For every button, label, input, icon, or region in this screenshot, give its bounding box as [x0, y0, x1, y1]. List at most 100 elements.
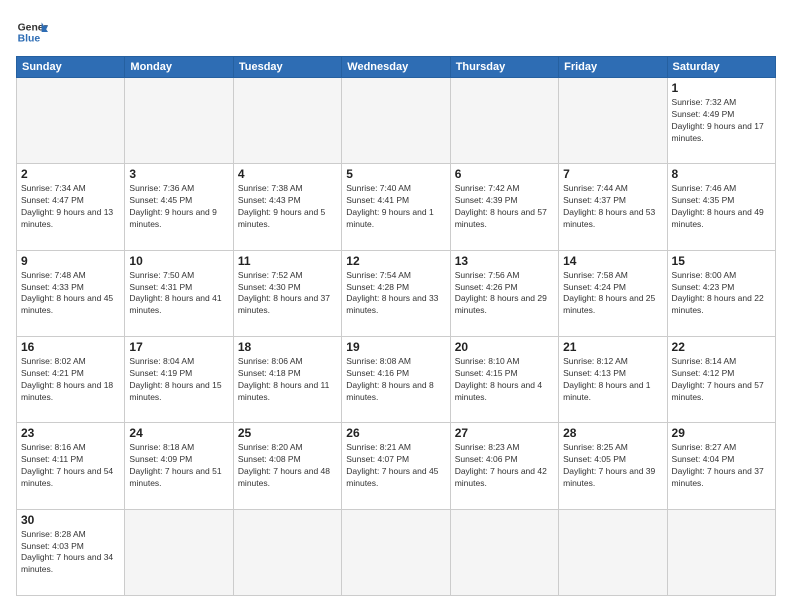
- day-info: Sunrise: 8:20 AM Sunset: 4:08 PM Dayligh…: [238, 442, 337, 490]
- day-info: Sunrise: 8:23 AM Sunset: 4:06 PM Dayligh…: [455, 442, 554, 490]
- calendar-cell: 16 Sunrise: 8:02 AM Sunset: 4:21 PM Dayli…: [17, 336, 125, 422]
- day-info: Sunrise: 7:54 AM Sunset: 4:28 PM Dayligh…: [346, 270, 445, 318]
- calendar-cell: 17Sunrise: 8:04 AM Sunset: 4:19 PM Dayli…: [125, 336, 233, 422]
- day-number: 23: [21, 426, 120, 440]
- day-number: 11: [238, 254, 337, 268]
- header: General Blue: [16, 16, 776, 48]
- calendar-cell: 24Sunrise: 8:18 AM Sunset: 4:09 PM Dayli…: [125, 423, 233, 509]
- calendar-row: 9 Sunrise: 7:48 AM Sunset: 4:33 PM Daylig…: [17, 250, 776, 336]
- day-number: 26: [346, 426, 445, 440]
- calendar-cell: [559, 509, 667, 595]
- day-number: 8: [672, 167, 771, 181]
- calendar-cell: 11 Sunrise: 7:52 AM Sunset: 4:30 PM Dayli…: [233, 250, 341, 336]
- day-number: 19: [346, 340, 445, 354]
- day-number: 12: [346, 254, 445, 268]
- calendar-cell: 15 Sunrise: 8:00 AM Sunset: 4:23 PM Dayli…: [667, 250, 775, 336]
- day-number: 5: [346, 167, 445, 181]
- day-info: Sunrise: 7:38 AM Sunset: 4:43 PM Dayligh…: [238, 183, 337, 231]
- calendar-cell: 14 Sunrise: 7:58 AM Sunset: 4:24 PM Dayli…: [559, 250, 667, 336]
- calendar-cell: 8 Sunrise: 7:46 AM Sunset: 4:35 PM Daylig…: [667, 164, 775, 250]
- day-info: Sunrise: 7:46 AM Sunset: 4:35 PM Dayligh…: [672, 183, 771, 231]
- day-number: 7: [563, 167, 662, 181]
- day-number: 27: [455, 426, 554, 440]
- day-info: Sunrise: 7:48 AM Sunset: 4:33 PM Dayligh…: [21, 270, 120, 318]
- day-info: Sunrise: 8:06 AM Sunset: 4:18 PM Dayligh…: [238, 356, 337, 404]
- calendar-cell: [450, 509, 558, 595]
- calendar-cell: [559, 78, 667, 164]
- day-info: Sunrise: 8:27 AM Sunset: 4:04 PM Dayligh…: [672, 442, 771, 490]
- calendar-cell: [233, 78, 341, 164]
- calendar-cell: 10 Sunrise: 7:50 AM Sunset: 4:31 PM Dayli…: [125, 250, 233, 336]
- logo: General Blue: [16, 16, 52, 48]
- calendar-cell: 19 Sunrise: 8:08 AM Sunset: 4:16 PM Dayli…: [342, 336, 450, 422]
- day-info: Sunrise: 8:00 AM Sunset: 4:23 PM Dayligh…: [672, 270, 771, 318]
- day-number: 22: [672, 340, 771, 354]
- day-number: 6: [455, 167, 554, 181]
- day-number: 16: [21, 340, 120, 354]
- day-number: 2: [21, 167, 120, 181]
- calendar-row: 23Sunrise: 8:16 AM Sunset: 4:11 PM Dayli…: [17, 423, 776, 509]
- weekday-monday: Monday: [125, 57, 233, 78]
- day-number: 10: [129, 254, 228, 268]
- day-info: Sunrise: 7:56 AM Sunset: 4:26 PM Dayligh…: [455, 270, 554, 318]
- day-info: Sunrise: 8:10 AM Sunset: 4:15 PM Dayligh…: [455, 356, 554, 404]
- day-info: Sunrise: 8:04 AM Sunset: 4:19 PM Dayligh…: [129, 356, 228, 404]
- calendar-cell: 18 Sunrise: 8:06 AM Sunset: 4:18 PM Dayli…: [233, 336, 341, 422]
- calendar-cell: 27 Sunrise: 8:23 AM Sunset: 4:06 PM Dayli…: [450, 423, 558, 509]
- day-number: 28: [563, 426, 662, 440]
- day-number: 20: [455, 340, 554, 354]
- day-info: Sunrise: 8:18 AM Sunset: 4:09 PM Dayligh…: [129, 442, 228, 490]
- day-number: 4: [238, 167, 337, 181]
- calendar-cell: [342, 78, 450, 164]
- day-info: Sunrise: 7:52 AM Sunset: 4:30 PM Dayligh…: [238, 270, 337, 318]
- calendar-cell: 4 Sunrise: 7:38 AM Sunset: 4:43 PM Daylig…: [233, 164, 341, 250]
- calendar-cell: 1Sunrise: 7:32 AM Sunset: 4:49 PM Daylig…: [667, 78, 775, 164]
- calendar-row: 1Sunrise: 7:32 AM Sunset: 4:49 PM Daylig…: [17, 78, 776, 164]
- calendar-cell: [667, 509, 775, 595]
- day-number: 29: [672, 426, 771, 440]
- day-info: Sunrise: 8:08 AM Sunset: 4:16 PM Dayligh…: [346, 356, 445, 404]
- general-blue-icon: General Blue: [16, 16, 48, 48]
- weekday-wednesday: Wednesday: [342, 57, 450, 78]
- day-info: Sunrise: 7:58 AM Sunset: 4:24 PM Dayligh…: [563, 270, 662, 318]
- day-number: 21: [563, 340, 662, 354]
- day-info: Sunrise: 8:25 AM Sunset: 4:05 PM Dayligh…: [563, 442, 662, 490]
- day-info: Sunrise: 8:14 AM Sunset: 4:12 PM Dayligh…: [672, 356, 771, 404]
- calendar-cell: 6 Sunrise: 7:42 AM Sunset: 4:39 PM Daylig…: [450, 164, 558, 250]
- weekday-thursday: Thursday: [450, 57, 558, 78]
- calendar-cell: 25 Sunrise: 8:20 AM Sunset: 4:08 PM Dayli…: [233, 423, 341, 509]
- calendar-cell: 5 Sunrise: 7:40 AM Sunset: 4:41 PM Daylig…: [342, 164, 450, 250]
- day-number: 1: [672, 81, 771, 95]
- calendar-cell: 26Sunrise: 8:21 AM Sunset: 4:07 PM Dayli…: [342, 423, 450, 509]
- calendar-cell: 22 Sunrise: 8:14 AM Sunset: 4:12 PM Dayli…: [667, 336, 775, 422]
- day-number: 18: [238, 340, 337, 354]
- weekday-saturday: Saturday: [667, 57, 775, 78]
- day-info: Sunrise: 7:40 AM Sunset: 4:41 PM Dayligh…: [346, 183, 445, 231]
- weekday-tuesday: Tuesday: [233, 57, 341, 78]
- day-number: 9: [21, 254, 120, 268]
- day-info: Sunrise: 7:42 AM Sunset: 4:39 PM Dayligh…: [455, 183, 554, 231]
- day-number: 25: [238, 426, 337, 440]
- calendar-cell: 21 Sunrise: 8:12 AM Sunset: 4:13 PM Dayli…: [559, 336, 667, 422]
- calendar-row: 30Sunrise: 8:28 AM Sunset: 4:03 PM Dayli…: [17, 509, 776, 595]
- day-info: Sunrise: 8:02 AM Sunset: 4:21 PM Dayligh…: [21, 356, 120, 404]
- day-info: Sunrise: 8:12 AM Sunset: 4:13 PM Dayligh…: [563, 356, 662, 404]
- calendar-cell: 3Sunrise: 7:36 AM Sunset: 4:45 PM Daylig…: [125, 164, 233, 250]
- day-number: 13: [455, 254, 554, 268]
- calendar-cell: [233, 509, 341, 595]
- calendar-cell: [450, 78, 558, 164]
- calendar-table: SundayMondayTuesdayWednesdayThursdayFrid…: [16, 56, 776, 596]
- svg-text:Blue: Blue: [18, 34, 41, 45]
- day-number: 14: [563, 254, 662, 268]
- calendar-row: 16 Sunrise: 8:02 AM Sunset: 4:21 PM Dayli…: [17, 336, 776, 422]
- day-info: Sunrise: 7:50 AM Sunset: 4:31 PM Dayligh…: [129, 270, 228, 318]
- weekday-header-row: SundayMondayTuesdayWednesdayThursdayFrid…: [17, 57, 776, 78]
- day-number: 15: [672, 254, 771, 268]
- calendar-cell: 29 Sunrise: 8:27 AM Sunset: 4:04 PM Dayli…: [667, 423, 775, 509]
- calendar-cell: 20 Sunrise: 8:10 AM Sunset: 4:15 PM Dayli…: [450, 336, 558, 422]
- weekday-friday: Friday: [559, 57, 667, 78]
- calendar-cell: [342, 509, 450, 595]
- day-number: 30: [21, 513, 120, 527]
- calendar-cell: 30Sunrise: 8:28 AM Sunset: 4:03 PM Dayli…: [17, 509, 125, 595]
- calendar-cell: 28 Sunrise: 8:25 AM Sunset: 4:05 PM Dayli…: [559, 423, 667, 509]
